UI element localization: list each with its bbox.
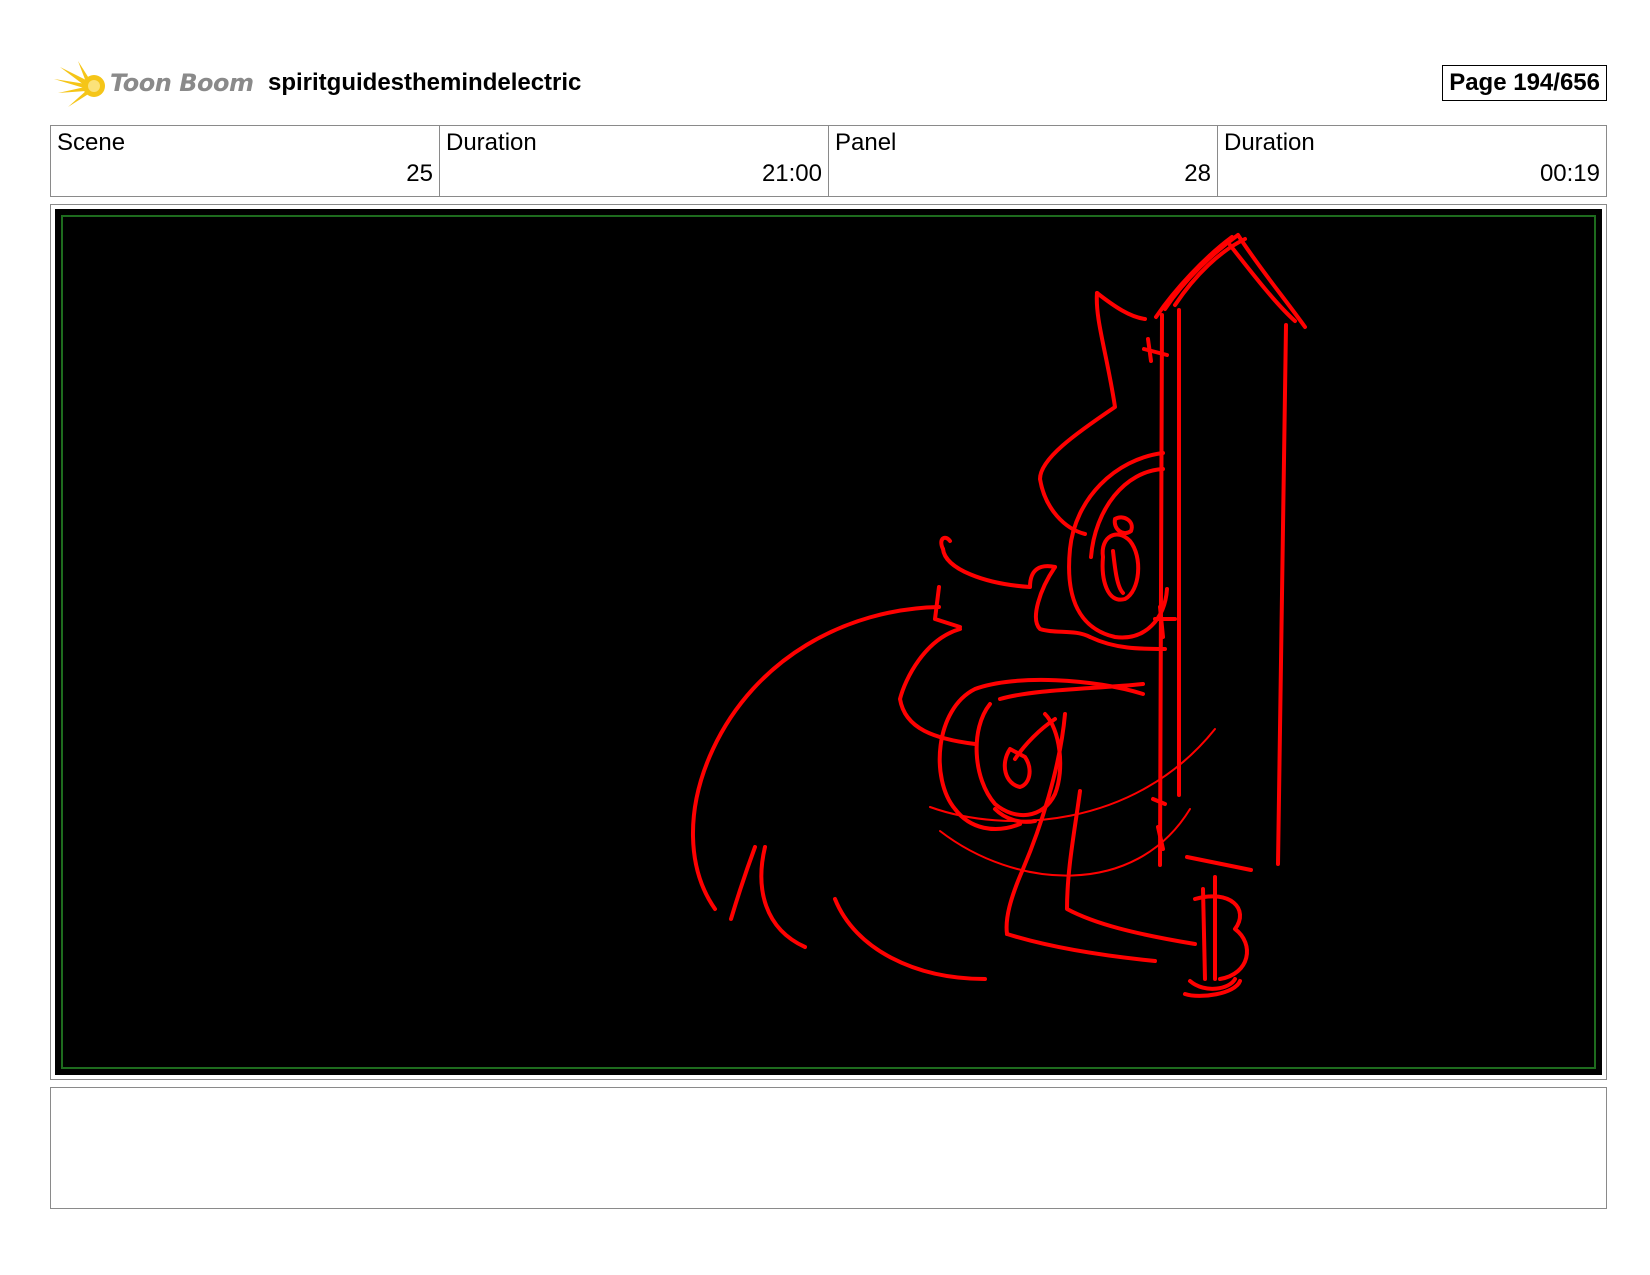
page-number: Page 194/656 [1442, 65, 1607, 101]
scene-duration-label: Duration [446, 129, 537, 156]
toon-boom-logo: Toon Boom [54, 57, 254, 113]
panel-image [55, 209, 1602, 1075]
logo-text: Toon Boom [110, 69, 254, 97]
panel-duration-label: Duration [1224, 129, 1315, 156]
panel-value: 28 [1184, 160, 1211, 187]
panel-cell: Panel 28 [829, 126, 1218, 196]
scene-cell: Scene 25 [51, 126, 440, 196]
page-header: Toon Boom spiritguidesthemindelectric Pa… [50, 55, 1607, 117]
scene-info-table: Scene 25 Duration 21:00 Panel 28 Duratio… [50, 125, 1607, 197]
panel-duration-cell: Duration 00:19 [1218, 126, 1606, 196]
red-sketch-drawing [691, 233, 1307, 998]
storyboard-panel-frame [50, 204, 1607, 1080]
starburst-icon [54, 61, 105, 107]
scene-value: 25 [406, 160, 433, 187]
notes-box [50, 1087, 1607, 1209]
scene-label: Scene [57, 129, 126, 156]
panel-label: Panel [835, 129, 897, 156]
panel-duration-value: 00:19 [1539, 160, 1600, 187]
scene-duration-value: 21:00 [761, 160, 822, 187]
project-title: spiritguidesthemindelectric [268, 69, 582, 96]
scene-duration-cell: Duration 21:00 [440, 126, 829, 196]
